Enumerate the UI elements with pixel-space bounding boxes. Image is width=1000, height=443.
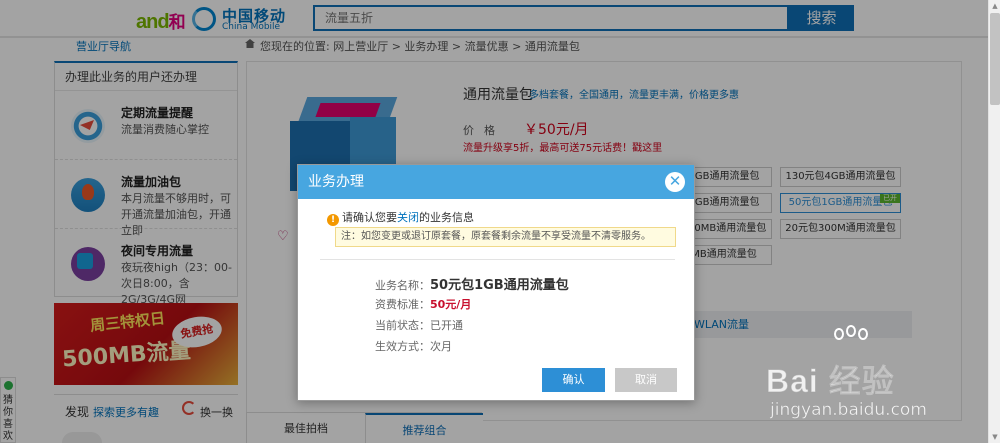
status-value: 已开通 <box>430 319 463 332</box>
confirm-message: ! 请确认您要关闭的业务信息 <box>327 209 474 226</box>
field-service-name: 业务名称：50元包1GB通用流量包 <box>375 278 569 293</box>
field-effective-mode: 生效方式：次月 <box>375 340 452 353</box>
service-name-value: 50元包1GB通用流量包 <box>430 278 569 293</box>
watermark-text: Bai 经验 <box>766 363 895 400</box>
business-handling-dialog: 业务办理 ✕ ! 请确认您要关闭的业务信息 注：如您变更或退订原套餐，原套餐剩余流… <box>297 164 695 401</box>
scroll-thumb[interactable] <box>990 13 1000 105</box>
tariff-value: 50元/月 <box>430 298 472 311</box>
watermark-url: jingyan.baidu.com <box>770 400 927 421</box>
field-tariff: 资费标准：50元/月 <box>375 298 472 311</box>
scroll-up-arrow-icon[interactable]: ▲ <box>991 2 999 10</box>
dialog-header: 业务办理 ✕ <box>298 165 694 199</box>
dialog-title: 业务办理 <box>308 174 364 190</box>
dialog-note: 注：如您变更或退订原套餐，原套餐剩余流量不享受流量不清零服务。 <box>335 227 676 247</box>
close-icon[interactable]: ✕ <box>665 172 685 192</box>
baidu-jingyan-watermark: Bai 经验 jingyan.baidu.com <box>766 325 976 428</box>
effective-mode-value: 次月 <box>430 340 452 353</box>
page-scrollbar[interactable]: ▲ ▼ <box>988 0 1000 443</box>
dialog-divider <box>320 259 675 260</box>
confirm-action: 关闭 <box>397 211 419 224</box>
warning-icon: ! <box>327 214 339 226</box>
field-current-status: 当前状态：已开通 <box>375 319 463 332</box>
confirm-button[interactable]: 确认 <box>542 368 605 392</box>
scroll-down-arrow-icon[interactable]: ▼ <box>991 433 999 441</box>
cancel-button[interactable]: 取消 <box>615 368 677 392</box>
